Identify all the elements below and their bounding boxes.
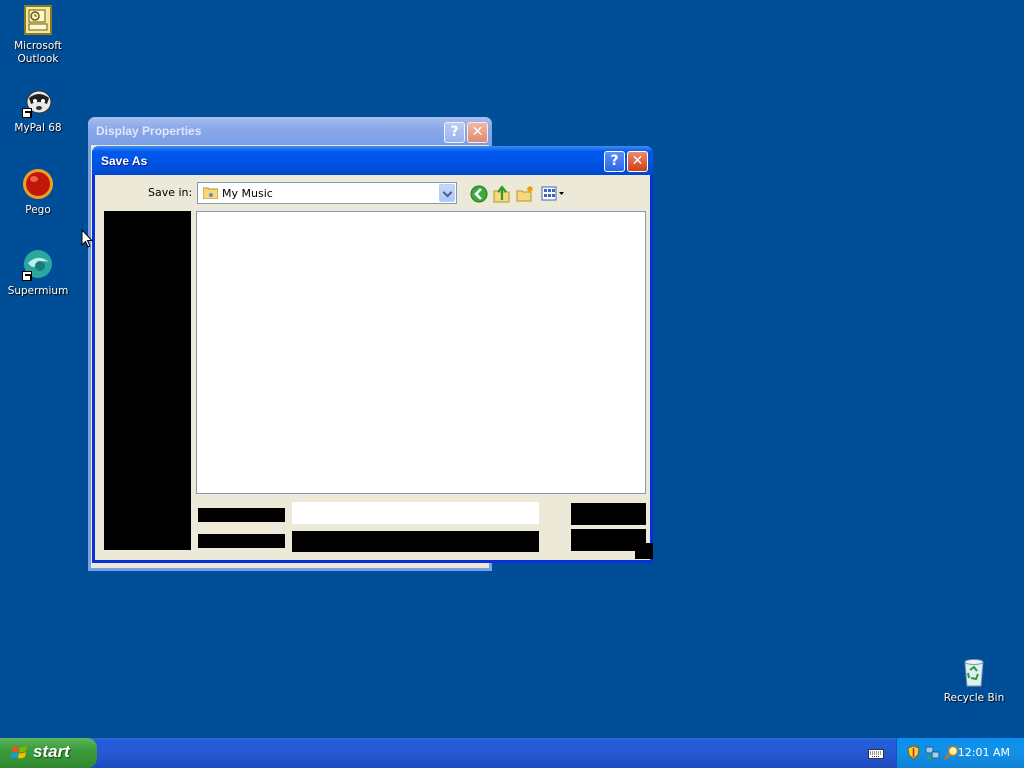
file-name-input[interactable] xyxy=(292,502,539,524)
desktop-icon-pego[interactable]: Pego xyxy=(0,168,76,217)
save-in-dropdown[interactable]: My Music xyxy=(197,182,457,204)
security-shield-icon[interactable] xyxy=(906,745,921,760)
file-name-label xyxy=(198,508,285,522)
system-tray: 12:01 AM xyxy=(896,738,1024,768)
close-button[interactable]: ✕ xyxy=(467,122,488,143)
desktop-icon-label: MyPal 68 xyxy=(14,122,62,134)
start-button[interactable]: start xyxy=(0,738,97,768)
window-title: Save As xyxy=(101,154,148,168)
mouse-cursor-icon xyxy=(81,228,94,249)
help-button[interactable]: ? xyxy=(444,122,465,143)
window-title: Display Properties xyxy=(96,124,202,138)
mypal-icon xyxy=(22,86,54,118)
network-icon[interactable] xyxy=(925,745,940,760)
desktop-icon-label: Microsoft Outlook xyxy=(14,40,62,65)
up-folder-icon[interactable] xyxy=(493,185,511,203)
save-as-dialog[interactable]: Save As ? ✕ Save in: My Music xyxy=(92,146,653,563)
search-icon[interactable] xyxy=(944,745,959,760)
title-bar[interactable]: Save As ? ✕ xyxy=(92,146,653,175)
shortcut-arrow-icon xyxy=(22,271,32,281)
start-label: start xyxy=(33,742,70,761)
chevron-down-icon[interactable] xyxy=(439,184,455,202)
save-button[interactable] xyxy=(571,503,646,525)
windows-logo-icon xyxy=(11,745,28,761)
desktop-icon-supermium[interactable]: Supermium xyxy=(0,249,76,298)
desktop-icon-label: Pego xyxy=(25,204,51,216)
outlook-icon xyxy=(22,4,54,36)
desktop-icon-label: Supermium xyxy=(7,285,69,297)
new-folder-icon[interactable] xyxy=(516,185,534,203)
desktop-icon-mypal[interactable]: MyPal 68 xyxy=(0,86,76,135)
save-in-value: My Music xyxy=(222,187,273,200)
music-folder-icon xyxy=(202,186,219,200)
file-list[interactable] xyxy=(196,211,646,494)
shortcut-arrow-icon xyxy=(22,108,32,118)
save-as-type-dropdown[interactable] xyxy=(292,531,539,552)
desktop-icon-label: Recycle Bin xyxy=(943,692,1005,704)
save-in-label: Save in: xyxy=(148,186,193,199)
close-button[interactable]: ✕ xyxy=(627,151,648,172)
desktop-icon-recycle-bin[interactable]: Recycle Bin xyxy=(936,656,1012,705)
pego-icon xyxy=(22,168,54,200)
clock[interactable]: 12:01 AM xyxy=(958,746,1010,759)
save-as-type-label xyxy=(198,534,285,548)
keyboard-icon[interactable] xyxy=(868,748,884,760)
help-button[interactable]: ? xyxy=(604,151,625,172)
recycle-bin-icon xyxy=(958,656,990,688)
views-menu-icon[interactable] xyxy=(541,185,565,203)
supermium-icon xyxy=(22,249,54,281)
title-bar[interactable]: Display Properties ? ✕ xyxy=(88,117,492,145)
resize-grip[interactable] xyxy=(635,543,653,559)
places-bar xyxy=(104,211,191,550)
desktop-icon-outlook[interactable]: Microsoft Outlook xyxy=(0,4,76,66)
back-icon[interactable] xyxy=(470,185,488,203)
